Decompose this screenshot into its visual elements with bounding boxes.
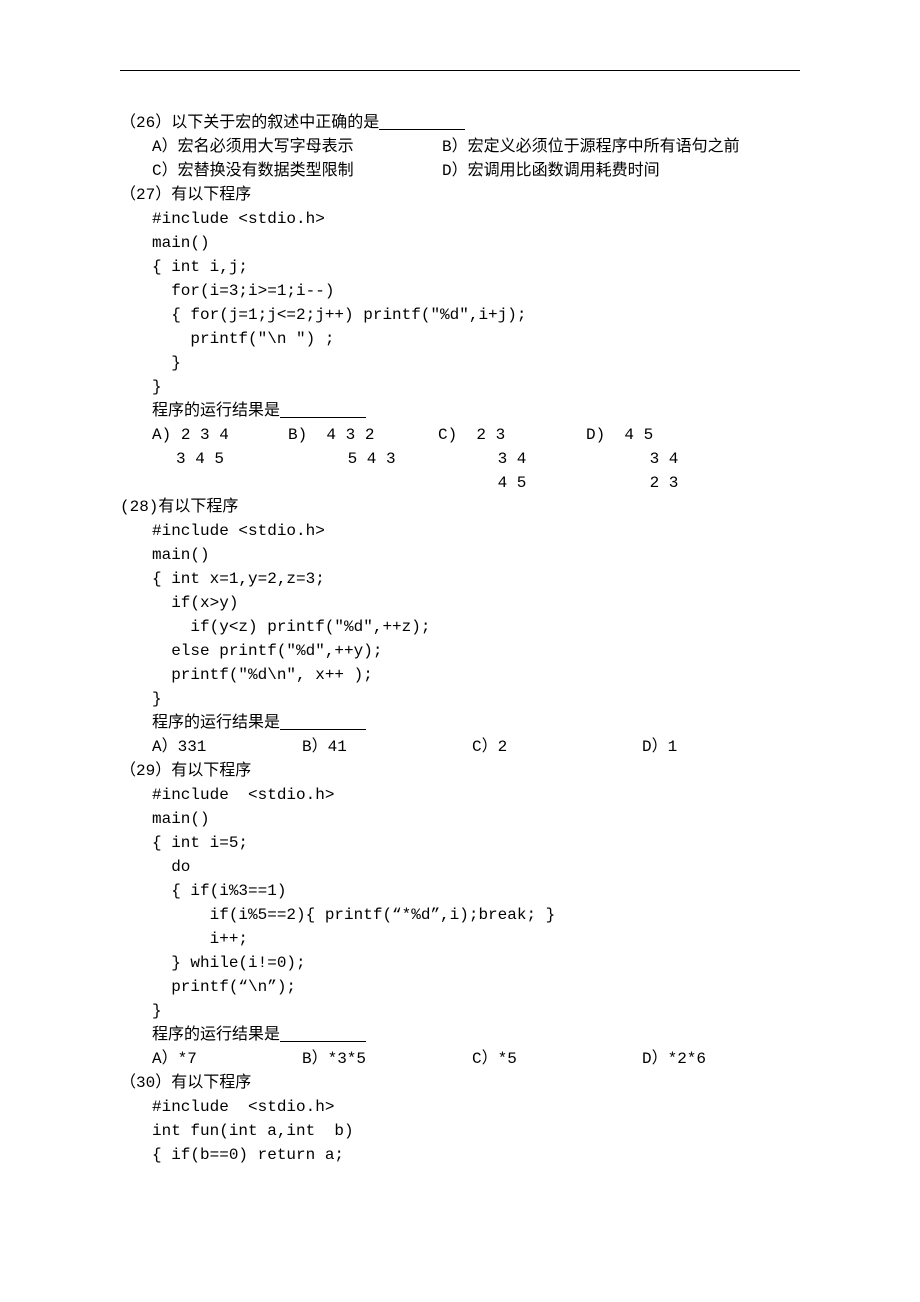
q26-opts-row1: A）宏名必须用大写字母表示 B）宏定义必须位于源程序中所有语句之前 — [120, 135, 800, 159]
q29-optC: C）*5 — [472, 1047, 642, 1071]
q29-code-1: main() — [120, 807, 800, 831]
q28-code-3: if(x>y) — [120, 591, 800, 615]
q29-code-0: #include <stdio.h> — [120, 783, 800, 807]
q27-opts-row3: 4 5 2 3 — [120, 471, 800, 495]
q29-result-label: 程序的运行结果是 — [120, 1023, 800, 1047]
q26-optA: A）宏名必须用大写字母表示 — [152, 135, 442, 159]
q28-code-7: } — [120, 687, 800, 711]
q27-code-3: for(i=3;i>=1;i--) — [120, 279, 800, 303]
q29-code-9: } — [120, 999, 800, 1023]
q27-code-7: } — [120, 375, 800, 399]
q28-code-5: else printf("%d",++y); — [120, 639, 800, 663]
q27-code-6: } — [120, 351, 800, 375]
q29-optA: A）*7 — [152, 1047, 302, 1071]
q29-stem: （29） 有以下程序 — [120, 759, 800, 783]
q27-number: （27） — [120, 183, 171, 207]
q30-number: （30） — [120, 1071, 171, 1095]
q29-text: 有以下程序 — [171, 759, 251, 783]
q29-number: （29） — [120, 759, 171, 783]
q26-opts-row2: C）宏替换没有数据类型限制 D）宏调用比函数调用耗费时间 — [120, 159, 800, 183]
q29-code-7: } while(i!=0); — [120, 951, 800, 975]
q26-blank — [379, 111, 465, 130]
q28-text: 有以下程序 — [158, 495, 238, 519]
q30-code-1: int fun(int a,int b) — [120, 1119, 800, 1143]
q28-optA: A）331 — [152, 735, 302, 759]
q26-optB: B）宏定义必须位于源程序中所有语句之前 — [442, 135, 740, 159]
q27-code-0: #include <stdio.h> — [120, 207, 800, 231]
q29-code-4: { if(i%3==1) — [120, 879, 800, 903]
q26-optD: D）宏调用比函数调用耗费时间 — [442, 159, 660, 183]
q30-text: 有以下程序 — [171, 1071, 251, 1095]
q28-optC: C）2 — [472, 735, 642, 759]
page-content: （26） 以下关于宏的叙述中正确的是 A）宏名必须用大写字母表示 B）宏定义必须… — [0, 0, 920, 1302]
q27-opts-row2: 3 4 5 5 4 3 3 4 3 4 — [120, 447, 800, 471]
q27-blank — [280, 399, 366, 418]
header-rule — [120, 70, 800, 71]
q29-optB: B）*3*5 — [302, 1047, 472, 1071]
q29-code-6: i++; — [120, 927, 800, 951]
q27-opts-header: A) 2 3 4 B) 4 3 2 C) 2 3 D) 4 5 — [120, 423, 800, 447]
q27-stem: （27） 有以下程序 — [120, 183, 800, 207]
q30-code-0: #include <stdio.h> — [120, 1095, 800, 1119]
q28-code-0: #include <stdio.h> — [120, 519, 800, 543]
q27-result-label: 程序的运行结果是 — [120, 399, 800, 423]
q28-blank — [280, 711, 366, 730]
q28-code-6: printf("%d\n", x++ ); — [120, 663, 800, 687]
q29-code-3: do — [120, 855, 800, 879]
q29-blank — [280, 1023, 366, 1042]
q28-number: (28) — [120, 495, 158, 519]
q28-opts: A）331 B）41 C）2 D）1 — [120, 735, 800, 759]
q26-optC: C）宏替换没有数据类型限制 — [152, 159, 442, 183]
q26-text: 以下关于宏的叙述中正确的是 — [171, 111, 379, 135]
q27-code-1: main() — [120, 231, 800, 255]
q30-stem: （30） 有以下程序 — [120, 1071, 800, 1095]
q28-code-1: main() — [120, 543, 800, 567]
q28-stem: (28) 有以下程序 — [120, 495, 800, 519]
q29-code-8: printf(“\n”); — [120, 975, 800, 999]
q30-code-2: { if(b==0) return a; — [120, 1143, 800, 1167]
q28-code-4: if(y<z) printf("%d",++z); — [120, 615, 800, 639]
q29-opts: A）*7 B）*3*5 C）*5 D）*2*6 — [120, 1047, 800, 1071]
q27-code-5: printf("\n ") ; — [120, 327, 800, 351]
q28-optB: B）41 — [302, 735, 472, 759]
q28-result-label: 程序的运行结果是 — [120, 711, 800, 735]
q27-text: 有以下程序 — [171, 183, 251, 207]
q28-code-2: { int x=1,y=2,z=3; — [120, 567, 800, 591]
q28-optD: D）1 — [642, 735, 677, 759]
q27-code-2: { int i,j; — [120, 255, 800, 279]
q26-number: （26） — [120, 111, 171, 135]
q29-code-2: { int i=5; — [120, 831, 800, 855]
q29-optD: D）*2*6 — [642, 1047, 706, 1071]
q27-code-4: { for(j=1;j<=2;j++) printf("%d",i+j); — [120, 303, 800, 327]
q29-code-5: if(i%5==2){ printf(“*%d”,i);break; } — [120, 903, 800, 927]
q26-stem: （26） 以下关于宏的叙述中正确的是 — [120, 111, 800, 135]
